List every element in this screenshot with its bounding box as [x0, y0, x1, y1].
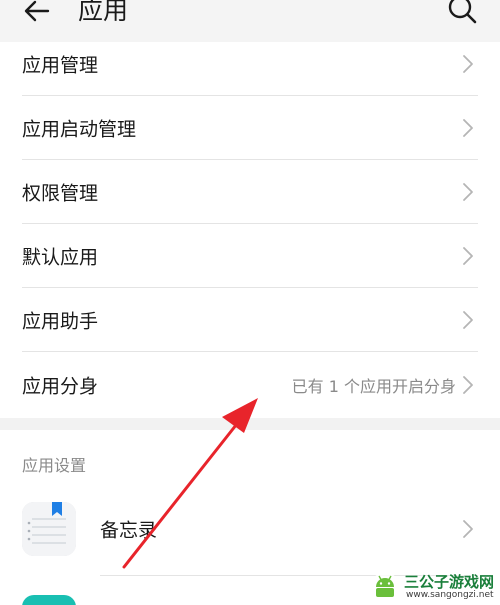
chevron-right-icon — [463, 376, 473, 394]
menu-item-label: 应用助手 — [22, 310, 99, 333]
page-title: 应用 — [78, 0, 129, 25]
menu-item-default-apps[interactable]: 默认应用 — [0, 224, 500, 288]
app-settings-screen: 应用 应用管理 应用启动管理 权限管理 默认应用 应用助手 应用分身 已有 1 … — [0, 0, 500, 605]
menu-item-permission-management[interactable]: 权限管理 — [0, 160, 500, 224]
app-item-notes[interactable]: 备忘录 — [0, 494, 500, 574]
chevron-right-icon — [463, 520, 473, 538]
menu-item-label: 应用分身 — [22, 375, 99, 398]
chevron-right-icon — [463, 183, 473, 201]
app-settings-section: 应用设置 备忘录 — [0, 430, 500, 605]
divider — [100, 575, 478, 576]
menu-item-label: 应用启动管理 — [22, 118, 137, 141]
menu-item-label: 权限管理 — [22, 182, 99, 205]
arrow-left-icon[interactable] — [22, 0, 52, 26]
menu-item-app-management[interactable]: 应用管理 — [0, 32, 500, 96]
app-item-label: 备忘录 — [100, 519, 158, 542]
chevron-right-icon — [463, 311, 473, 329]
app-icon[interactable] — [22, 595, 76, 605]
menu-item-app-launch-management[interactable]: 应用启动管理 — [0, 96, 500, 160]
app-menu-list: 应用管理 应用启动管理 权限管理 默认应用 应用助手 应用分身 已有 1 个应用… — [0, 42, 500, 418]
divider — [22, 351, 478, 352]
menu-item-app-assistant[interactable]: 应用助手 — [0, 288, 500, 352]
chevron-right-icon — [463, 55, 473, 73]
menu-item-app-twin[interactable]: 应用分身 已有 1 个应用开启分身 — [0, 353, 500, 417]
menu-item-label: 应用管理 — [22, 54, 99, 77]
menu-item-label: 默认应用 — [22, 246, 99, 269]
chevron-right-icon — [463, 247, 473, 265]
search-icon[interactable] — [446, 0, 478, 26]
chevron-right-icon — [463, 119, 473, 137]
notepad-icon — [22, 502, 76, 556]
section-header: 应用设置 — [22, 456, 87, 475]
app-twin-status: 已有 1 个应用开启分身 — [291, 377, 456, 396]
